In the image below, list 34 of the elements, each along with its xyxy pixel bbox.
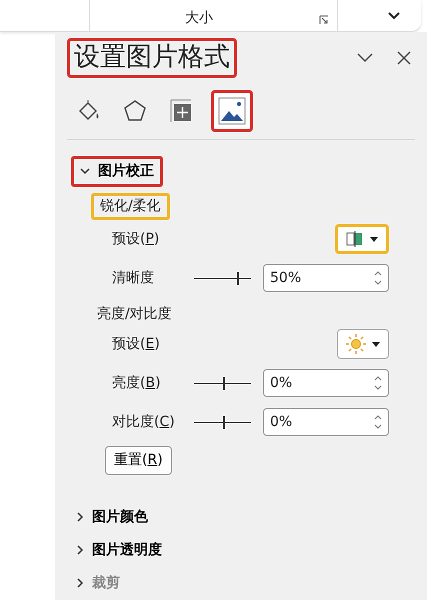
- spin-arrows-icon[interactable]: [374, 375, 382, 392]
- spin-field[interactable]: 0%: [263, 408, 389, 436]
- section-header[interactable]: 图片透明度: [71, 538, 168, 563]
- section-header[interactable]: 图片校正: [71, 156, 163, 187]
- chevron-right-icon: [77, 545, 84, 556]
- group-label: 亮度/对比度: [96, 304, 173, 324]
- slider-thumb[interactable]: [236, 272, 239, 285]
- collapse-icon[interactable]: [357, 53, 373, 62]
- group-label: 大小: [185, 9, 213, 28]
- preset-dropdown[interactable]: [335, 224, 389, 254]
- caret-icon: [370, 236, 378, 242]
- chevron-down-icon[interactable]: [388, 12, 400, 20]
- close-icon[interactable]: [397, 50, 411, 65]
- chevron-down-icon: [80, 168, 90, 175]
- picture-icon[interactable]: [211, 90, 253, 132]
- field-label: 预设(E): [112, 334, 161, 354]
- pane-title: 设置图片格式: [67, 38, 237, 78]
- field-label: 清晰度: [112, 268, 155, 288]
- sharpen-icon: [346, 231, 364, 248]
- field-label: 预设(P): [112, 230, 160, 249]
- chevron-right-icon: [77, 578, 84, 588]
- caret-icon: [372, 342, 380, 347]
- chevron-right-icon: [77, 512, 84, 522]
- group-label: 锐化/柔化: [91, 192, 170, 220]
- reset-button[interactable]: 重置(R): [105, 446, 172, 475]
- spin-field[interactable]: 0%: [263, 369, 389, 398]
- sun-icon: [346, 334, 366, 354]
- spin-field[interactable]: 50%: [263, 264, 389, 292]
- spin-arrows-icon[interactable]: [374, 414, 382, 430]
- spin-arrows-icon[interactable]: [374, 270, 382, 286]
- field-label: 亮度(B): [112, 374, 162, 393]
- dialog-launcher-icon[interactable]: [319, 15, 329, 25]
- field-label: 对比度(C): [112, 412, 176, 432]
- section-header[interactable]: 图片颜色: [71, 504, 154, 530]
